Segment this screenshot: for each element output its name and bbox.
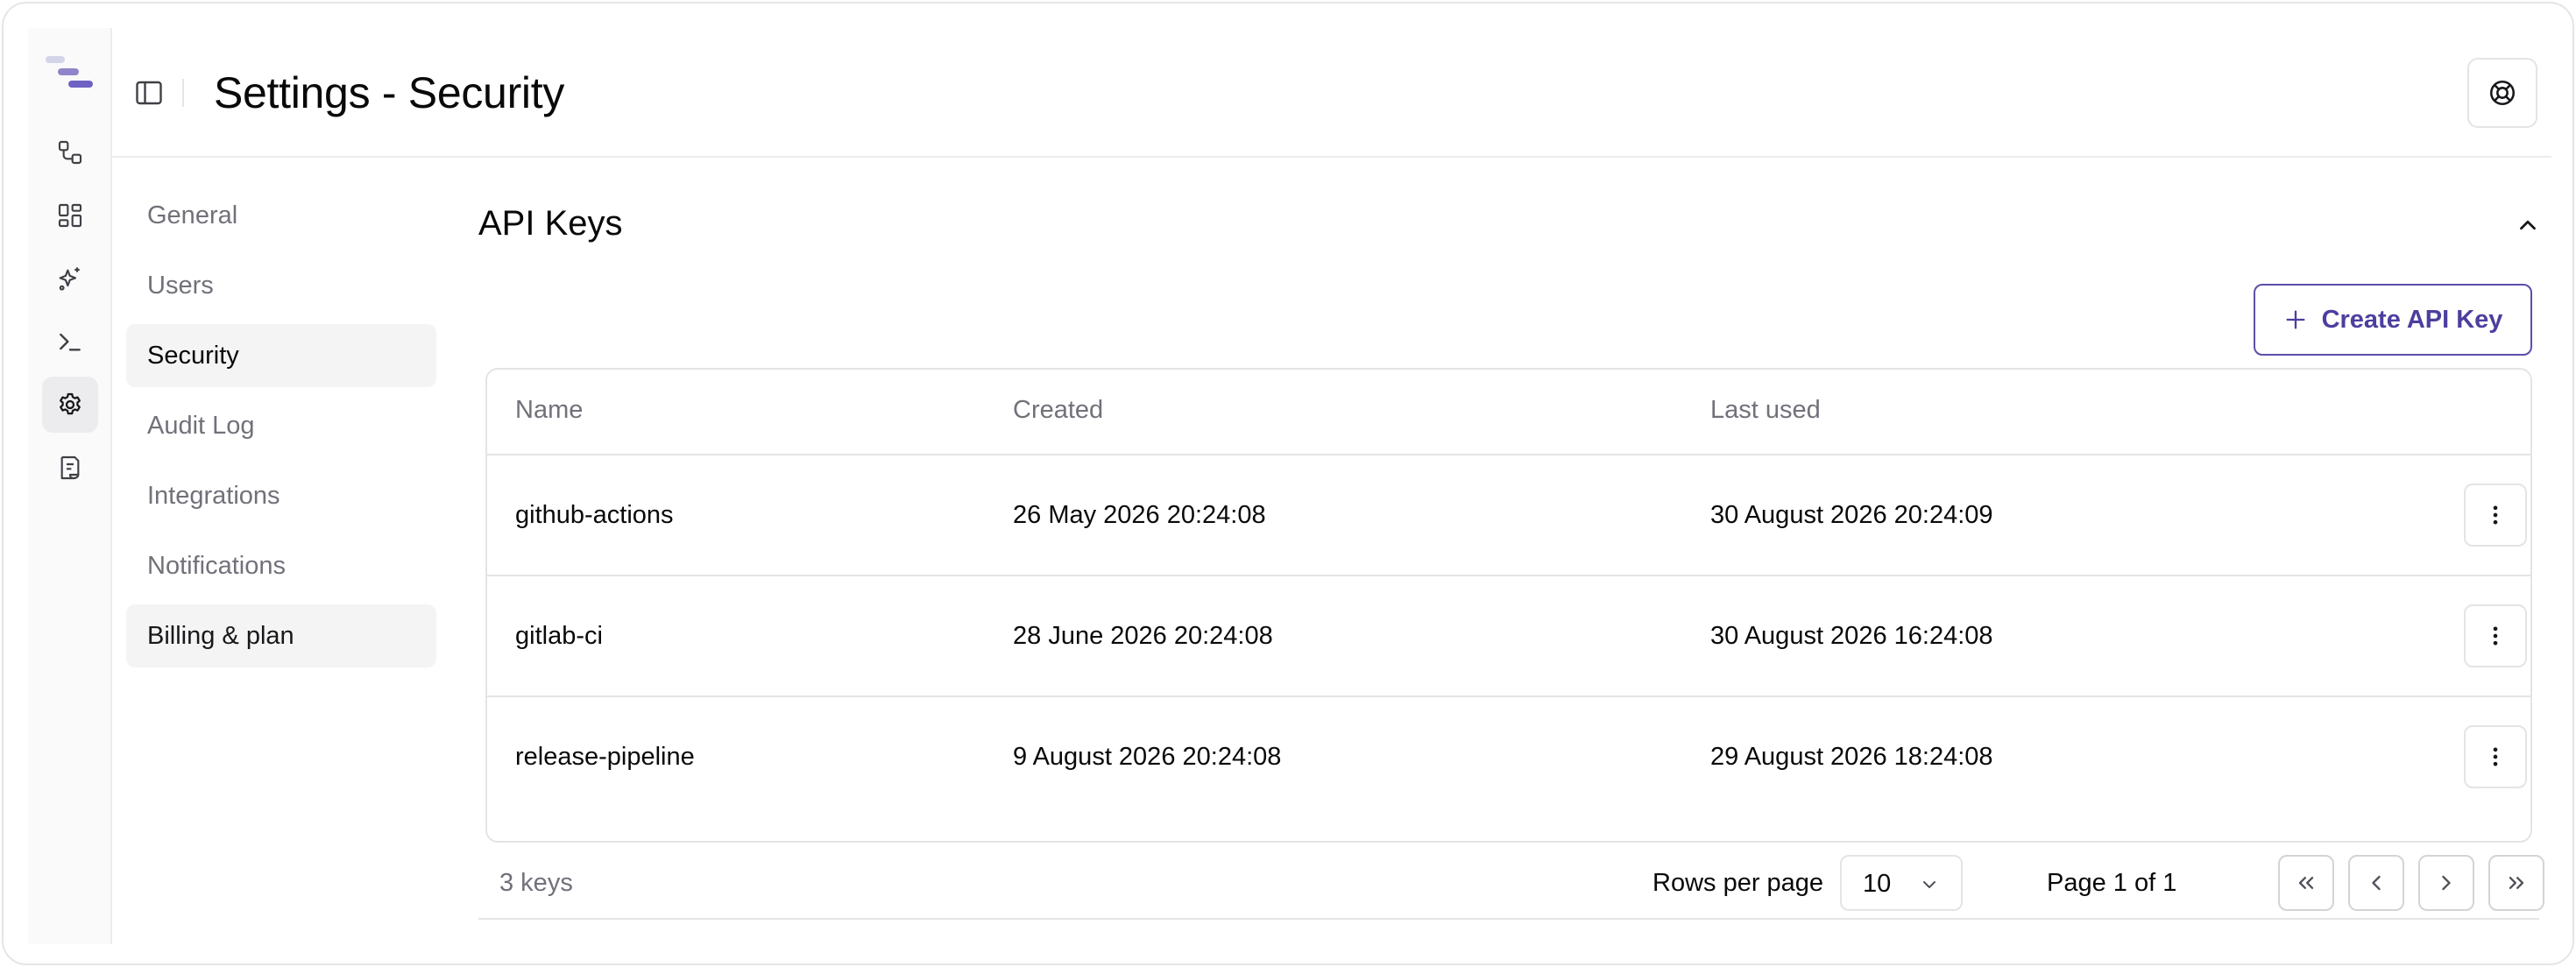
settings-nav-users[interactable]: Users bbox=[126, 254, 436, 317]
lifebuoy-icon bbox=[2489, 80, 2516, 106]
rows-per-page-value: 10 bbox=[1863, 870, 1892, 898]
settings-nav: General Users Security Audit Log Integra… bbox=[126, 184, 436, 674]
rail-item-ai[interactable] bbox=[42, 251, 98, 307]
key-last-used: 29 August 2026 18:24:08 bbox=[1710, 743, 1993, 771]
rail-item-terminal[interactable] bbox=[42, 314, 98, 370]
chevron-down-icon bbox=[1923, 881, 1936, 888]
settings-nav-security[interactable]: Security bbox=[126, 324, 436, 387]
nav-item-label: Users bbox=[147, 271, 214, 300]
first-page-button[interactable] bbox=[2278, 855, 2334, 911]
key-created: 28 June 2026 20:24:08 bbox=[1013, 622, 1273, 650]
chevrons-right-icon bbox=[2509, 877, 2524, 889]
page-indicator: Page 1 of 1 bbox=[2047, 869, 2177, 897]
key-last-used: 30 August 2026 16:24:08 bbox=[1710, 622, 1993, 650]
nav-item-label: Security bbox=[147, 341, 239, 370]
help-button[interactable] bbox=[2467, 58, 2537, 128]
terminal-icon bbox=[60, 333, 81, 351]
logo-icon bbox=[46, 56, 93, 88]
settings-nav-integrations[interactable]: Integrations bbox=[126, 464, 436, 527]
row-actions-button[interactable] bbox=[2464, 604, 2527, 667]
rail-item-dashboard[interactable] bbox=[42, 187, 98, 244]
document-icon bbox=[60, 455, 80, 480]
create-api-key-label: Create API Key bbox=[2321, 305, 2503, 334]
column-header-created: Created bbox=[1013, 396, 1104, 424]
page-title: Settings - Security bbox=[214, 68, 565, 117]
more-vertical-icon bbox=[2493, 505, 2498, 525]
more-vertical-icon bbox=[2493, 626, 2498, 646]
key-name: github-actions bbox=[515, 501, 674, 529]
key-created: 26 May 2026 20:24:08 bbox=[1013, 501, 1266, 529]
chevron-left-icon bbox=[2372, 875, 2381, 891]
section-divider bbox=[478, 918, 2539, 920]
app: Settings - Security General Users Securi… bbox=[28, 28, 2551, 944]
workflow-icon bbox=[58, 140, 82, 165]
window-frame: Settings - Security General Users Securi… bbox=[2, 2, 2574, 965]
rows-per-page-select[interactable]: 10 bbox=[1840, 855, 1963, 911]
table-header: Name Created Last used bbox=[487, 370, 2530, 455]
rail-item-settings[interactable] bbox=[42, 377, 98, 433]
column-header-last-used: Last used bbox=[1710, 396, 1821, 424]
column-header-name: Name bbox=[515, 396, 584, 424]
last-page-button[interactable] bbox=[2488, 855, 2544, 911]
key-last-used: 30 August 2026 20:24:09 bbox=[1710, 501, 1993, 529]
nav-item-label: Billing & plan bbox=[147, 621, 294, 650]
dashboard-icon bbox=[58, 203, 82, 228]
key-name: release-pipeline bbox=[515, 743, 695, 771]
sidebar-toggle-icon[interactable] bbox=[133, 77, 165, 109]
row-actions-button[interactable] bbox=[2464, 484, 2527, 547]
nav-item-label: General bbox=[147, 201, 238, 229]
chevron-up-icon[interactable] bbox=[2515, 212, 2541, 238]
rail-item-workflows[interactable] bbox=[42, 124, 98, 180]
settings-nav-audit-log[interactable]: Audit Log bbox=[126, 394, 436, 457]
rows-per-page-label: Rows per page bbox=[1652, 869, 1824, 897]
nav-item-label: Notifications bbox=[147, 551, 286, 580]
settings-nav-notifications[interactable]: Notifications bbox=[126, 534, 436, 597]
nav-item-label: Audit Log bbox=[147, 411, 255, 440]
api-keys-table: Name Created Last used github-actions 26… bbox=[485, 368, 2532, 843]
rail-item-docs[interactable] bbox=[42, 440, 98, 496]
create-api-key-button[interactable]: Create API Key bbox=[2254, 284, 2532, 356]
key-count: 3 keys bbox=[499, 869, 573, 897]
previous-page-button[interactable] bbox=[2348, 855, 2404, 911]
nav-item-label: Integrations bbox=[147, 481, 280, 510]
table-row: github-actions 26 May 2026 20:24:08 30 A… bbox=[487, 455, 2530, 576]
gear-icon bbox=[60, 392, 81, 415]
section-title-api-keys: API Keys bbox=[478, 204, 623, 243]
row-actions-button[interactable] bbox=[2464, 725, 2527, 788]
key-name: gitlab-ci bbox=[515, 622, 603, 650]
header-divider bbox=[182, 79, 184, 107]
settings-nav-billing[interactable]: Billing & plan bbox=[126, 604, 436, 667]
table-row: release-pipeline 9 August 2026 20:24:08 … bbox=[487, 697, 2530, 818]
chevron-right-icon bbox=[2442, 875, 2451, 891]
chevrons-left-icon bbox=[2298, 877, 2314, 889]
settings-nav-general[interactable]: General bbox=[126, 184, 436, 247]
icon-rail bbox=[28, 28, 112, 944]
key-created: 9 August 2026 20:24:08 bbox=[1013, 743, 1282, 771]
table-row: gitlab-ci 28 June 2026 20:24:08 30 Augus… bbox=[487, 576, 2530, 697]
plus-icon bbox=[2286, 310, 2305, 329]
more-vertical-icon bbox=[2493, 747, 2498, 766]
next-page-button[interactable] bbox=[2418, 855, 2474, 911]
sparkles-icon bbox=[59, 267, 80, 291]
page-header: Settings - Security bbox=[112, 28, 2551, 158]
